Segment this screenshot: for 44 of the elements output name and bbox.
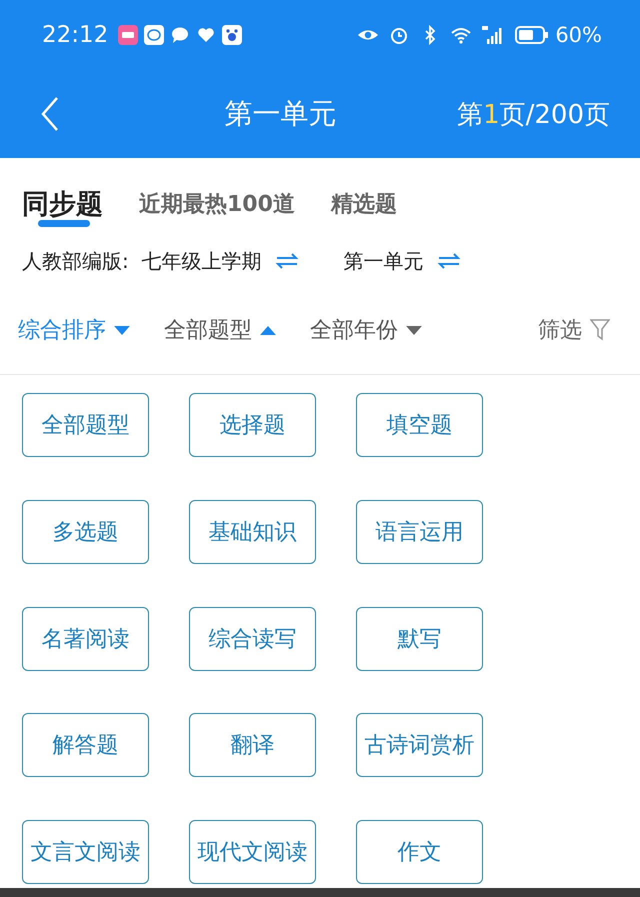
tab[interactable]: 精选题 — [328, 190, 399, 220]
tab-indicator — [38, 220, 90, 227]
message-icon — [170, 25, 190, 45]
question-type-button[interactable]: 填空题 — [356, 393, 483, 457]
caret-icon — [260, 326, 276, 334]
tab[interactable]: 同步题 — [20, 187, 105, 223]
switch-icon[interactable] — [437, 252, 462, 270]
question-type-button[interactable]: 古诗词赏析 — [356, 713, 483, 778]
tab[interactable]: 近期最热100道 — [137, 190, 297, 220]
paw-app-icon — [222, 25, 242, 45]
question-type-button[interactable]: 基础知识 — [189, 500, 316, 564]
sort-dropdown[interactable]: 综合排序 — [18, 315, 130, 345]
signal-icon — [481, 25, 504, 45]
question-type-button[interactable]: 作文 — [356, 820, 483, 884]
back-icon — [40, 96, 60, 132]
question-type-button[interactable]: 默写 — [356, 606, 483, 671]
sort-dropdown[interactable]: 全部年份 — [310, 315, 422, 345]
battery-icon — [515, 25, 550, 45]
chat-app-icon — [144, 25, 164, 45]
unit-label: 第一单元 — [343, 248, 424, 274]
status-time: 22:12 — [42, 22, 108, 48]
question-type-button[interactable]: 多选题 — [22, 500, 149, 564]
question-type-button[interactable]: 语言运用 — [356, 500, 483, 564]
caret-icon — [406, 326, 422, 334]
question-type-button[interactable]: 全部题型 — [22, 393, 149, 457]
funnel-icon — [590, 319, 610, 341]
question-type-button[interactable]: 现代文阅读 — [189, 820, 316, 884]
question-type-button[interactable]: 文言文阅读 — [22, 820, 149, 884]
question-type-button[interactable]: 综合读写 — [189, 606, 316, 671]
filter-button[interactable]: 筛选 — [538, 315, 610, 345]
switch-icon[interactable] — [275, 252, 300, 270]
header-title: 第一单元 — [224, 96, 338, 132]
question-type-button[interactable]: 名著阅读 — [22, 606, 149, 671]
question-type-button[interactable]: 解答题 — [22, 713, 149, 778]
heart-icon — [196, 25, 216, 45]
page-indicator: 第1页/200页 — [457, 98, 610, 132]
caret-icon — [114, 326, 130, 334]
question-type-button[interactable]: 选择题 — [189, 393, 316, 457]
battery-percentage: 60% — [555, 23, 602, 47]
wifi-icon — [450, 25, 472, 45]
question-type-button[interactable]: 翻译 — [189, 713, 316, 778]
edition-label: 人教部编版: 七年级上学期 — [22, 248, 262, 274]
sort-dropdown[interactable]: 全部题型 — [164, 315, 276, 345]
app-icon — [118, 25, 138, 45]
